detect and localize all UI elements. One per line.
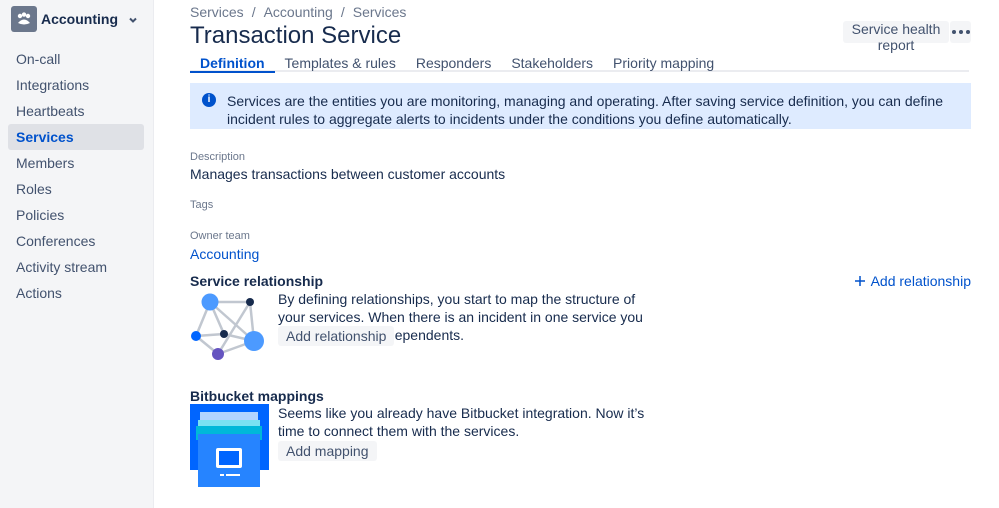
more-horizontal-icon[interactable] [950,21,971,43]
tab-stakeholders[interactable]: Stakeholders [501,56,603,70]
sidebar-item-integrations[interactable]: Integrations [8,72,144,98]
team-avatar-icon [11,6,37,32]
sidebar-item-actions[interactable]: Actions [8,280,144,306]
info-icon: i [202,93,216,107]
tags-label: Tags [190,199,214,211]
info-banner: i Services are the entities you are moni… [190,83,971,129]
team-name: Accounting [41,11,118,27]
service-relationship-title: Service relationship [190,273,324,289]
page-title: Transaction Service [190,22,402,49]
add-relationship-button[interactable]: Add relationship [278,326,395,346]
add-relationship-link-label: Add relationship [870,273,971,289]
sidebar: Accounting On-call Integrations Heartbea… [0,0,154,508]
sidebar-item-policies[interactable]: Policies [8,202,144,228]
tab-bar: Definition Templates & rules Responders … [190,56,969,73]
bitbucket-text: Seems like you already have Bitbucket in… [278,405,645,439]
breadcrumb-separator: / [251,4,256,20]
info-banner-text: Services are the entities you are monito… [227,93,943,127]
add-mapping-button[interactable]: Add mapping [278,441,377,461]
bitbucket-illustration [190,404,269,487]
sidebar-item-conferences[interactable]: Conferences [8,228,144,254]
description-label: Description [190,151,246,163]
owner-team-link[interactable]: Accounting [190,246,259,262]
chevron-down-icon[interactable] [128,12,138,28]
team-switcher[interactable]: Accounting [11,6,142,32]
description-value: Manages transactions between customer ac… [190,166,506,182]
sidebar-nav: On-call Integrations Heartbeats Services… [8,46,144,306]
tab-templates-rules[interactable]: Templates & rules [275,56,406,70]
breadcrumb: Services / Accounting / Services [190,4,407,20]
owner-team-label: Owner team [190,230,250,242]
breadcrumb-item[interactable]: Services [190,4,244,20]
plus-icon [854,276,865,286]
breadcrumb-separator: / [340,4,345,20]
main-content: Services / Accounting / Services Transac… [190,0,971,508]
sidebar-item-on-call[interactable]: On-call [8,46,144,72]
service-health-report-button[interactable]: Service health report [843,21,949,53]
tab-priority-mapping[interactable]: Priority mapping [603,56,724,70]
breadcrumb-item[interactable]: Accounting [264,4,333,20]
sidebar-item-heartbeats[interactable]: Heartbeats [8,98,144,124]
tab-responders[interactable]: Responders [406,56,502,70]
add-relationship-link[interactable]: Add relationship [854,273,971,289]
tab-definition[interactable]: Definition [190,56,275,73]
sidebar-item-members[interactable]: Members [8,150,144,176]
relationship-illustration [191,293,264,360]
sidebar-item-roles[interactable]: Roles [8,176,144,202]
sidebar-item-services[interactable]: Services [8,124,144,150]
sidebar-item-activity-stream[interactable]: Activity stream [8,254,144,280]
breadcrumb-item[interactable]: Services [353,4,407,20]
bitbucket-mappings-title: Bitbucket mappings [190,388,324,404]
